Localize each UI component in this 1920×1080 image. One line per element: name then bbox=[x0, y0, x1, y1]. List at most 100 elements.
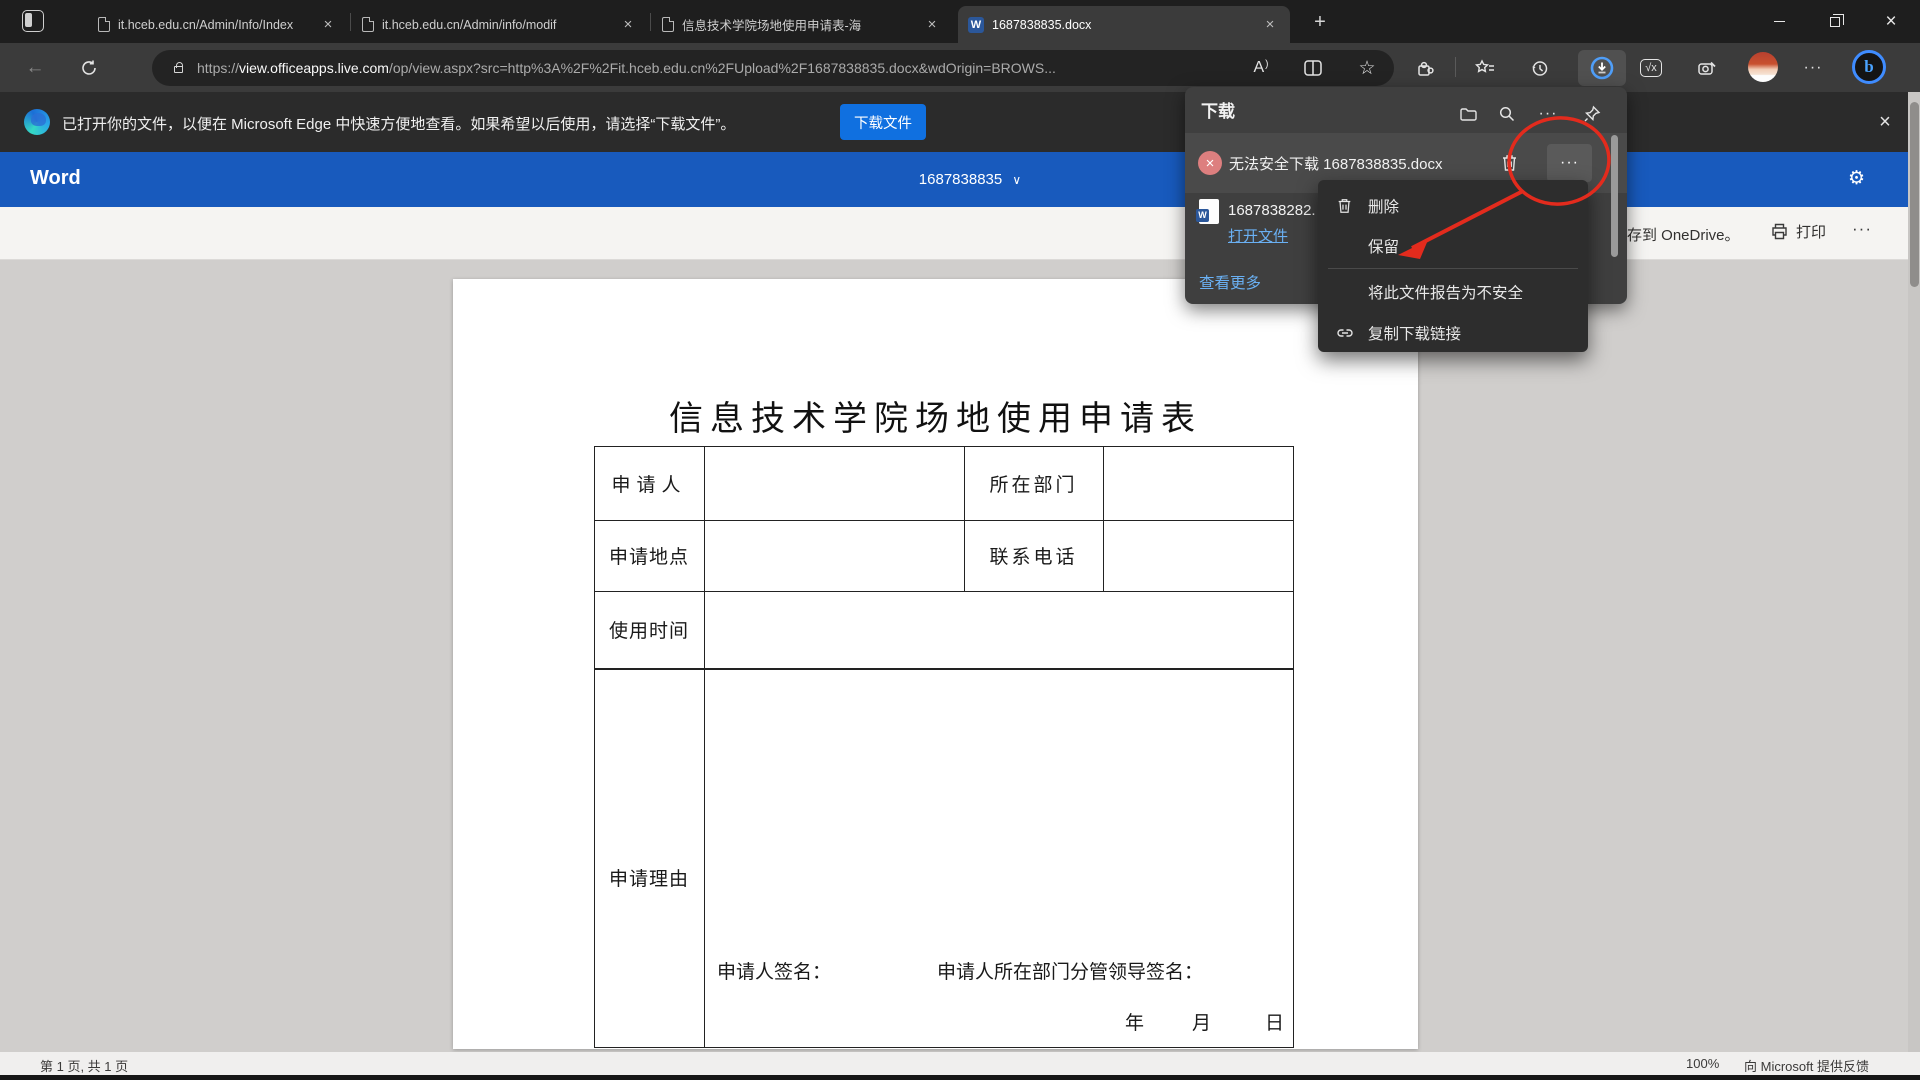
puzzle-icon bbox=[1416, 59, 1435, 78]
info-bar-close-button[interactable]: × bbox=[1868, 106, 1902, 138]
see-more-link[interactable]: 查看更多 bbox=[1199, 271, 1261, 293]
open-file-link[interactable]: 打开文件 bbox=[1228, 225, 1288, 246]
download-context-menu: 删除 保留 将此文件报告为不安全 复制下载链接 bbox=[1318, 180, 1588, 352]
pin-icon bbox=[1583, 105, 1601, 123]
chevron-down-icon: ∨ bbox=[1012, 173, 1021, 187]
tab-actions-menu-icon[interactable] bbox=[22, 10, 44, 32]
scrollbar-thumb[interactable] bbox=[1910, 102, 1919, 287]
tab-close-icon[interactable]: × bbox=[922, 16, 942, 33]
label-location: 申请地点 bbox=[594, 520, 704, 591]
read-aloud-button[interactable]: A) bbox=[1244, 51, 1278, 85]
downloads-button[interactable] bbox=[1578, 50, 1626, 86]
close-icon: × bbox=[1885, 11, 1896, 33]
address-bar[interactable]: https://view.officeapps.live.com/op/view… bbox=[152, 50, 1394, 86]
window-restore-button[interactable] bbox=[1812, 0, 1858, 43]
download-info-bar: 已打开你的文件，以便在 Microsoft Edge 中快速方便地查看。如果希望… bbox=[0, 92, 1920, 152]
doc-more-button[interactable]: ··· bbox=[1852, 219, 1872, 239]
print-button[interactable]: 打印 bbox=[1770, 221, 1826, 242]
word-brand: Word bbox=[30, 167, 81, 190]
save-to-onedrive-button[interactable]: 保存到 OneDrive。 bbox=[1612, 224, 1740, 245]
collections-button[interactable] bbox=[1468, 51, 1502, 85]
lock-icon bbox=[174, 66, 183, 73]
document-page: 信息技术学院场地使用申请表 申请人 所在部门 申请地点 联系电话 使用时间 申请… bbox=[453, 279, 1418, 1049]
page-scrollbar[interactable] bbox=[1908, 92, 1920, 1052]
table-border bbox=[594, 668, 1293, 670]
settings-more-button[interactable]: ··· bbox=[1796, 51, 1830, 85]
history-button[interactable] bbox=[1522, 51, 1556, 85]
label-applicant: 申请人 bbox=[594, 446, 704, 520]
new-tab-button[interactable]: + bbox=[1306, 8, 1334, 36]
menu-item-delete[interactable]: 删除 bbox=[1318, 186, 1588, 226]
tab-2[interactable]: it.hceb.edu.cn/Admin/info/modif × bbox=[352, 6, 648, 43]
read-aloud-icon: A bbox=[1253, 59, 1264, 77]
favorite-star-button[interactable]: ☆ bbox=[1350, 51, 1384, 85]
tab-close-icon[interactable]: × bbox=[1260, 16, 1280, 33]
download-file-button[interactable]: 下载文件 bbox=[840, 104, 926, 140]
math-solver-button[interactable]: √x bbox=[1634, 51, 1668, 85]
extensions-button[interactable] bbox=[1408, 51, 1442, 85]
word-file-icon bbox=[1199, 199, 1219, 224]
label-phone: 联系电话 bbox=[964, 520, 1103, 591]
menu-item-copy-download-link[interactable]: 复制下载链接 bbox=[1318, 313, 1588, 353]
label-time: 使用时间 bbox=[594, 591, 704, 668]
bing-copilot-button[interactable]: b bbox=[1852, 50, 1886, 84]
downloads-more-options-button[interactable]: ··· bbox=[1533, 99, 1563, 129]
viewer-settings-button[interactable]: ⚙ bbox=[1848, 167, 1865, 190]
search-downloads-button[interactable] bbox=[1492, 99, 1522, 129]
window-minimize-button[interactable] bbox=[1756, 0, 1802, 43]
trash-icon bbox=[1336, 197, 1364, 215]
feedback-link[interactable]: 向 Microsoft 提供反馈 bbox=[1744, 1056, 1869, 1075]
print-label: 打印 bbox=[1796, 221, 1826, 242]
trash-icon bbox=[1500, 153, 1519, 173]
window-close-button[interactable]: × bbox=[1868, 0, 1914, 43]
printer-icon bbox=[1770, 222, 1789, 241]
refresh-icon bbox=[80, 59, 98, 77]
tab-3[interactable]: 信息技术学院场地使用申请表-海 × bbox=[652, 6, 952, 43]
tab-title: 1687838835.docx bbox=[992, 18, 1252, 32]
web-capture-icon bbox=[1697, 59, 1717, 78]
web-capture-button[interactable] bbox=[1690, 51, 1724, 85]
date-month: 月 bbox=[1192, 1008, 1211, 1035]
open-downloads-folder-button[interactable] bbox=[1453, 99, 1483, 129]
menu-separator bbox=[1328, 268, 1578, 269]
folder-icon bbox=[1459, 106, 1478, 123]
tab-divider bbox=[650, 13, 651, 31]
browser-toolbar: ← https://view.officeapps.live.com/op/vi… bbox=[0, 43, 1920, 92]
document-heading: 信息技术学院场地使用申请表 bbox=[453, 391, 1418, 440]
signature-leader: 申请人所在部门分管领导签名： bbox=[937, 957, 1203, 984]
tab-4-active[interactable]: W 1687838835.docx × bbox=[958, 6, 1290, 43]
math-solver-icon: √x bbox=[1640, 59, 1662, 77]
download-item-more-button[interactable]: ··· bbox=[1547, 144, 1592, 182]
profile-avatar[interactable] bbox=[1748, 52, 1778, 82]
tab-close-icon[interactable]: × bbox=[318, 16, 338, 33]
tab-divider bbox=[350, 13, 351, 31]
table-border bbox=[1293, 446, 1294, 1048]
zoom-level[interactable]: 100% bbox=[1686, 1056, 1719, 1071]
word-viewer-header: Word 1687838835 ∨ ⚙ bbox=[0, 152, 1920, 207]
edge-logo-icon bbox=[24, 109, 50, 135]
collections-star-icon bbox=[1475, 59, 1495, 77]
error-icon: × bbox=[1198, 151, 1222, 175]
label-department: 所在部门 bbox=[964, 446, 1103, 520]
search-icon bbox=[1498, 105, 1516, 123]
menu-item-keep[interactable]: 保留 bbox=[1318, 226, 1588, 266]
tab-close-icon[interactable]: × bbox=[618, 16, 638, 33]
delete-download-button[interactable] bbox=[1500, 153, 1519, 173]
page-icon bbox=[98, 17, 110, 32]
pin-downloads-button[interactable] bbox=[1577, 99, 1607, 129]
refresh-button[interactable] bbox=[72, 51, 106, 85]
menu-item-report-unsafe[interactable]: 将此文件报告为不安全 bbox=[1318, 272, 1588, 312]
tab-1[interactable]: it.hceb.edu.cn/Admin/Info/Index × bbox=[88, 6, 348, 43]
document-title-dropdown[interactable]: 1687838835 ∨ bbox=[860, 171, 1080, 188]
back-button[interactable]: ← bbox=[18, 51, 52, 85]
split-screen-button[interactable] bbox=[1296, 51, 1330, 85]
downloads-scrollbar-thumb[interactable] bbox=[1611, 135, 1618, 257]
minimize-icon bbox=[1774, 21, 1785, 22]
document-toolbar: 保存到 OneDrive。 打印 ··· bbox=[0, 207, 1920, 260]
signature-applicant: 申请人签名： bbox=[717, 957, 831, 984]
tab-title: 信息技术学院场地使用申请表-海 bbox=[682, 15, 914, 34]
date-day: 日 bbox=[1265, 1008, 1284, 1035]
toolbar-divider bbox=[1455, 57, 1456, 77]
link-icon bbox=[1336, 325, 1364, 341]
tab-title: it.hceb.edu.cn/Admin/info/modif bbox=[382, 18, 610, 32]
